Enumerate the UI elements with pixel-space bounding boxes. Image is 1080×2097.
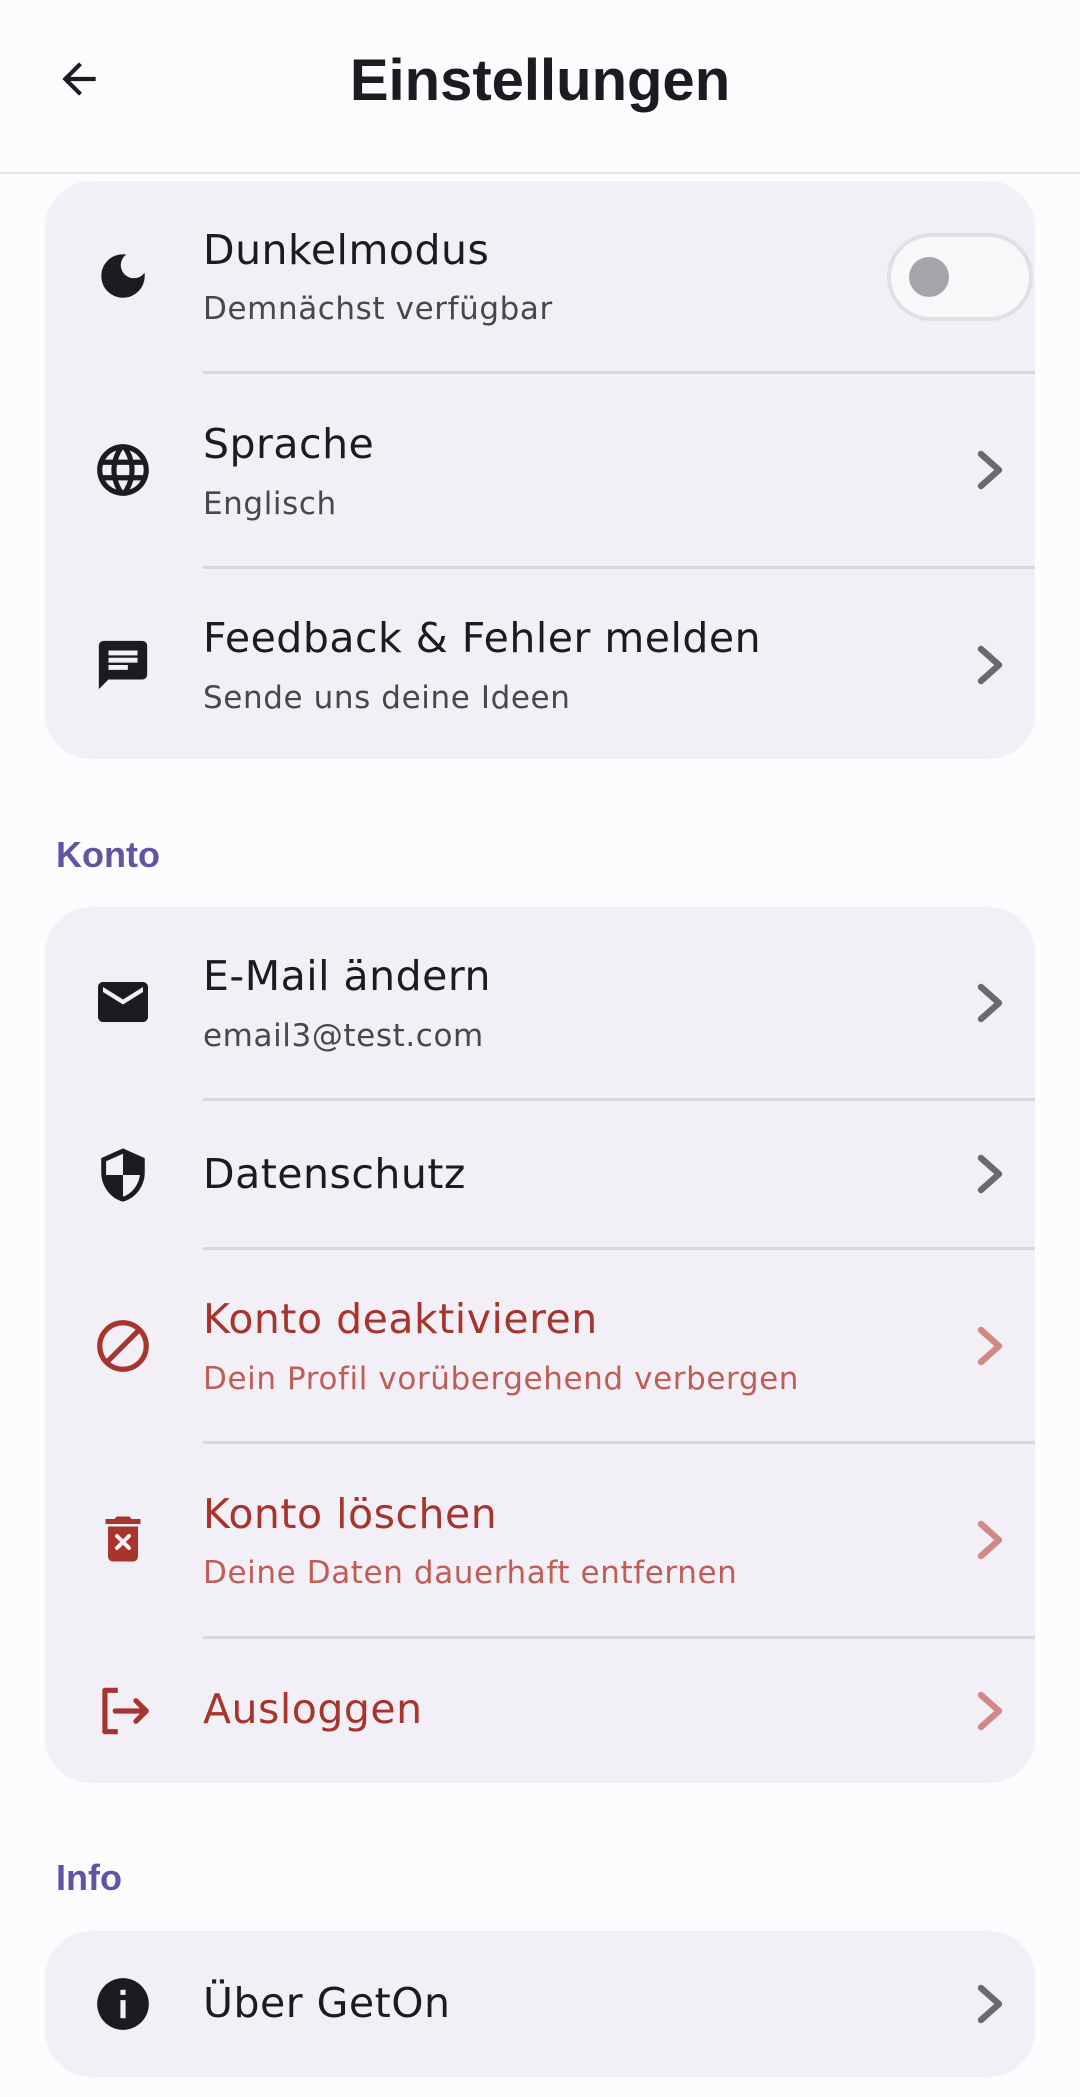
setting-label: Ausloggen <box>203 1685 423 1733</box>
setting-delete-account[interactable]: Konto löschen Deine Daten dauerhaft entf… <box>45 1444 1035 1636</box>
setting-language[interactable]: Sprache Englisch <box>45 374 1035 566</box>
chevron-right-icon <box>977 1691 1003 1731</box>
chevron-right-icon <box>977 1326 1003 1366</box>
setting-subtitle: Sende uns deine Ideen <box>203 680 571 716</box>
chevron-right-icon <box>977 1984 1003 2024</box>
dark-mode-toggle[interactable] <box>887 233 1033 321</box>
setting-label: Dunkelmodus <box>203 226 490 274</box>
setting-subtitle: Demnächst verfügbar <box>203 291 553 327</box>
setting-change-email[interactable]: E-Mail ändern email3@test.com <box>45 907 1035 1098</box>
block-icon <box>91 1314 155 1378</box>
app-bar: Einstellungen <box>0 0 1080 174</box>
feedback-icon <box>91 633 155 697</box>
chevron-right-icon <box>977 450 1003 490</box>
setting-label: Sprache <box>203 420 375 468</box>
chevron-right-icon <box>977 1520 1003 1560</box>
setting-dark-mode[interactable]: Dunkelmodus Demnächst verfügbar <box>45 181 1035 371</box>
setting-subtitle: Deine Daten dauerhaft entfernen <box>203 1555 738 1591</box>
chevron-right-icon <box>977 983 1003 1023</box>
page-title: Einstellungen <box>349 48 731 113</box>
setting-privacy[interactable]: Datenschutz <box>45 1101 1035 1247</box>
section-header-konto: Konto <box>56 834 160 875</box>
setting-label: E-Mail ändern <box>203 952 491 1000</box>
setting-label: Feedback & Fehler melden <box>203 614 762 662</box>
general-settings-card: Dunkelmodus Demnächst verfügbar Sprache … <box>45 181 1035 759</box>
setting-label: Konto deaktivieren <box>203 1295 598 1343</box>
info-icon <box>91 1972 155 2036</box>
toggle-knob <box>909 257 949 297</box>
setting-subtitle: email3@test.com <box>203 1018 484 1054</box>
setting-subtitle: Englisch <box>203 486 337 522</box>
shield-icon <box>91 1143 155 1207</box>
setting-about[interactable]: Über GetOn <box>45 1931 1035 2077</box>
account-settings-card: E-Mail ändern email3@test.com Datenschut… <box>45 907 1035 1783</box>
delete-icon <box>91 1507 155 1571</box>
logout-icon <box>91 1679 155 1743</box>
info-card: Über GetOn <box>45 1931 1035 2077</box>
setting-subtitle: Dein Profil vorübergehend verbergen <box>203 1361 800 1397</box>
section-header-info: Info <box>56 1857 122 1898</box>
chevron-right-icon <box>977 645 1003 685</box>
globe-icon <box>91 438 155 502</box>
setting-label: Über GetOn <box>203 1979 451 2027</box>
setting-feedback[interactable]: Feedback & Fehler melden Sende uns deine… <box>45 569 1035 759</box>
mail-icon <box>91 970 155 1034</box>
setting-label: Datenschutz <box>203 1150 466 1198</box>
setting-deactivate-account[interactable]: Konto deaktivieren Dein Profil vorüberge… <box>45 1250 1035 1441</box>
moon-icon <box>91 244 155 308</box>
setting-label: Konto löschen <box>203 1490 498 1538</box>
chevron-right-icon <box>977 1154 1003 1194</box>
setting-logout[interactable]: Ausloggen <box>45 1639 1035 1783</box>
